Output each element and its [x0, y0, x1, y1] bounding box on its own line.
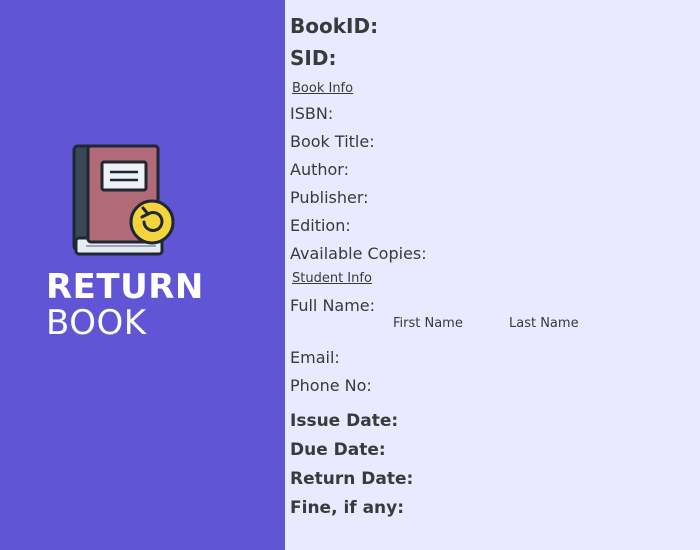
available-copies-label: Available Copies:: [290, 244, 427, 263]
publisher-label: Publisher:: [290, 188, 369, 207]
sidebar-panel: RETURN BOOK: [0, 0, 285, 550]
isbn-label: ISBN:: [290, 104, 334, 123]
fine-label: Fine, if any:: [290, 498, 405, 518]
page-heading: RETURN BOOK: [46, 270, 204, 340]
email-label: Email:: [290, 348, 340, 367]
edition-label: Edition:: [290, 216, 351, 235]
last-name-label: Last Name: [509, 316, 579, 331]
student-info-section-title: Student Info: [292, 271, 372, 286]
book-return-icon: [72, 144, 175, 256]
heading-line-2: BOOK: [46, 303, 147, 343]
book-id-label: BookID:: [290, 14, 379, 38]
author-label: Author:: [290, 160, 349, 179]
book-info-section-title: Book Info: [292, 81, 354, 96]
sid-label: SID:: [290, 46, 337, 70]
issue-date-label: Issue Date:: [290, 411, 399, 431]
full-name-label: Full Name:: [290, 296, 376, 315]
first-name-label: First Name: [393, 316, 463, 331]
due-date-label: Due Date:: [290, 440, 386, 460]
return-date-label: Return Date:: [290, 469, 414, 489]
book-title-label: Book Title:: [290, 132, 375, 151]
heading-line-1: RETURN: [46, 267, 204, 307]
phone-label: Phone No:: [290, 376, 372, 395]
